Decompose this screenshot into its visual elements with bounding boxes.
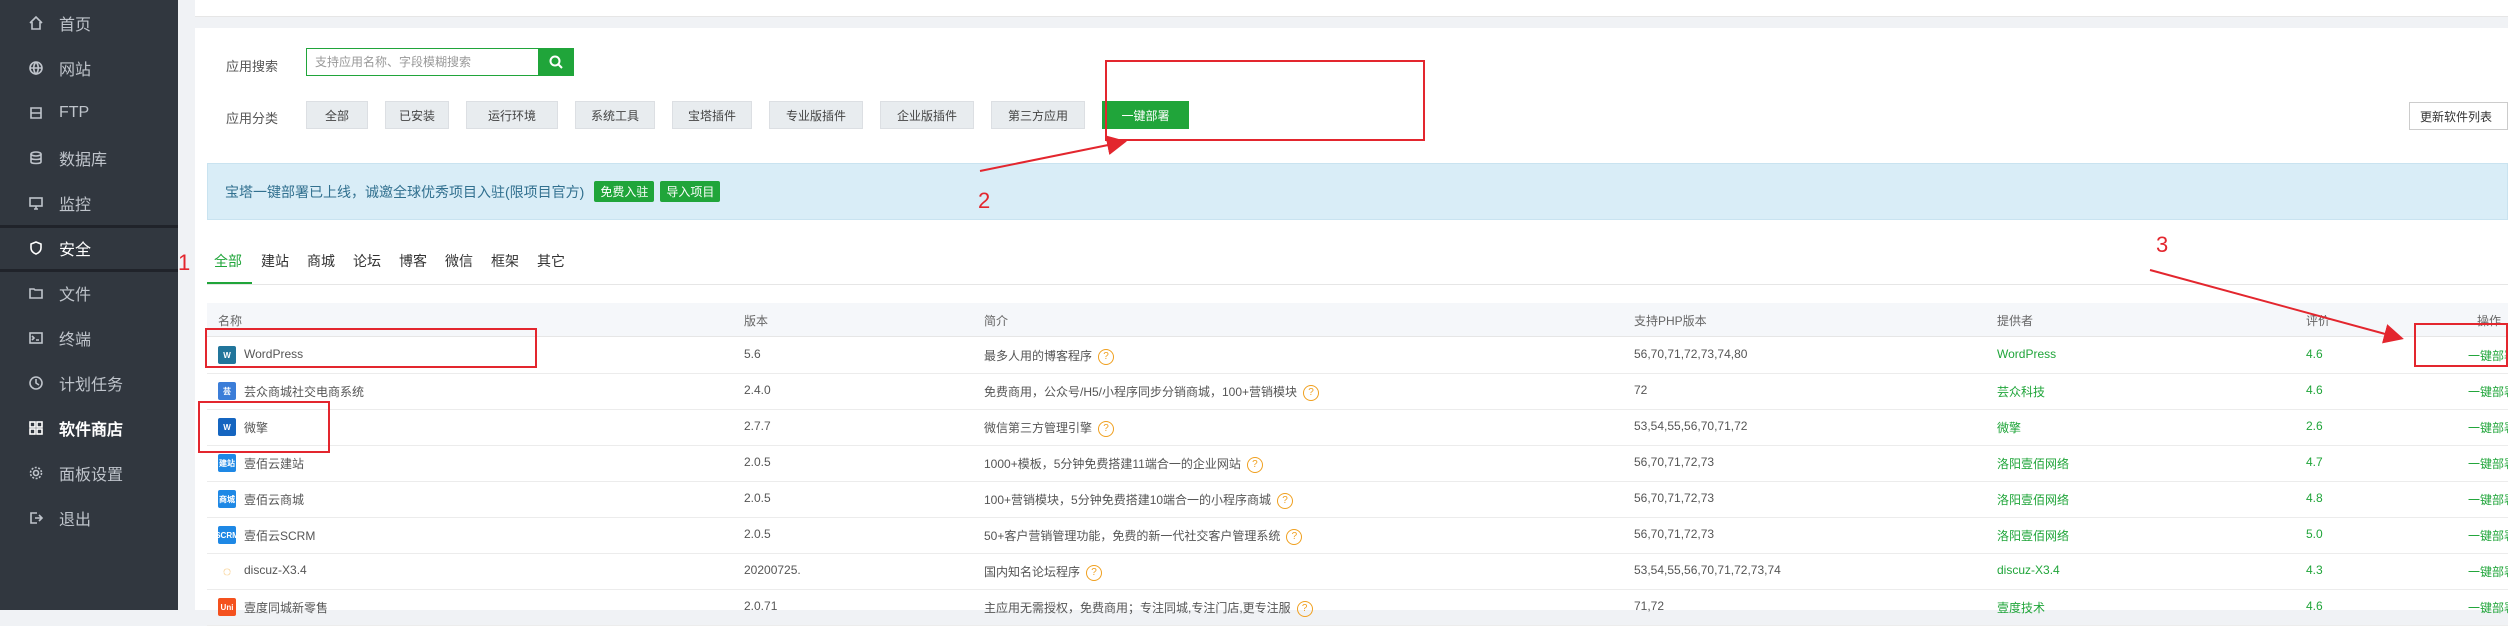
sidebar-item-label: 首页 — [59, 16, 92, 34]
sidebar-item-label: 软件商店 — [59, 421, 124, 439]
sidebar: 首页 网站 FTP 数据库 监控 安全 文件 终端 计划任务 软件商店 面板设置 — [0, 0, 178, 610]
shield-icon — [27, 239, 45, 257]
sidebar-item-cron[interactable]: 计划任务 — [0, 360, 178, 405]
sidebar-item-label: 监控 — [59, 196, 92, 214]
annotation-arrows — [979, 135, 2404, 344]
sidebar-item-label: 退出 — [59, 511, 92, 529]
ftp-icon — [27, 104, 45, 122]
sidebar-item-website[interactable]: 网站 — [0, 45, 178, 90]
sidebar-item-home[interactable]: 首页 — [0, 0, 178, 45]
logout-icon — [27, 509, 45, 527]
home-icon — [27, 14, 45, 32]
monitor-icon — [27, 194, 45, 212]
sidebar-item-files[interactable]: 文件 — [0, 270, 178, 315]
folder-icon — [27, 284, 45, 302]
sidebar-item-label: 计划任务 — [59, 376, 124, 394]
sidebar-item-settings[interactable]: 面板设置 — [0, 450, 178, 495]
sidebar-item-monitor[interactable]: 监控 — [0, 180, 178, 225]
sidebar-item-label: 网站 — [59, 61, 92, 79]
globe-icon — [27, 59, 45, 77]
main-content: 应用搜索 应用分类 全部 已安装 运行环境 系统工具 宝塔插件 专业版插件 企业… — [178, 0, 2508, 626]
sidebar-item-database[interactable]: 数据库 — [0, 135, 178, 180]
sidebar-item-ftp[interactable]: FTP — [0, 90, 178, 135]
sidebar-item-label: FTP — [59, 103, 90, 121]
sidebar-item-label: 安全 — [59, 241, 92, 259]
gear-icon — [27, 464, 45, 482]
sidebar-item-logout[interactable]: 退出 — [0, 495, 178, 540]
sidebar-item-label: 面板设置 — [59, 466, 124, 484]
grid-icon — [27, 419, 45, 437]
sidebar-item-terminal[interactable]: 终端 — [0, 315, 178, 360]
sidebar-item-label: 终端 — [59, 331, 92, 349]
sidebar-item-app-store[interactable]: 软件商店 — [0, 405, 178, 450]
database-icon — [27, 149, 45, 167]
sidebar-item-security[interactable]: 安全 — [0, 225, 178, 270]
clock-icon — [27, 374, 45, 392]
sidebar-item-label: 数据库 — [59, 151, 108, 169]
terminal-icon — [27, 329, 45, 347]
sidebar-item-label: 文件 — [59, 286, 92, 304]
